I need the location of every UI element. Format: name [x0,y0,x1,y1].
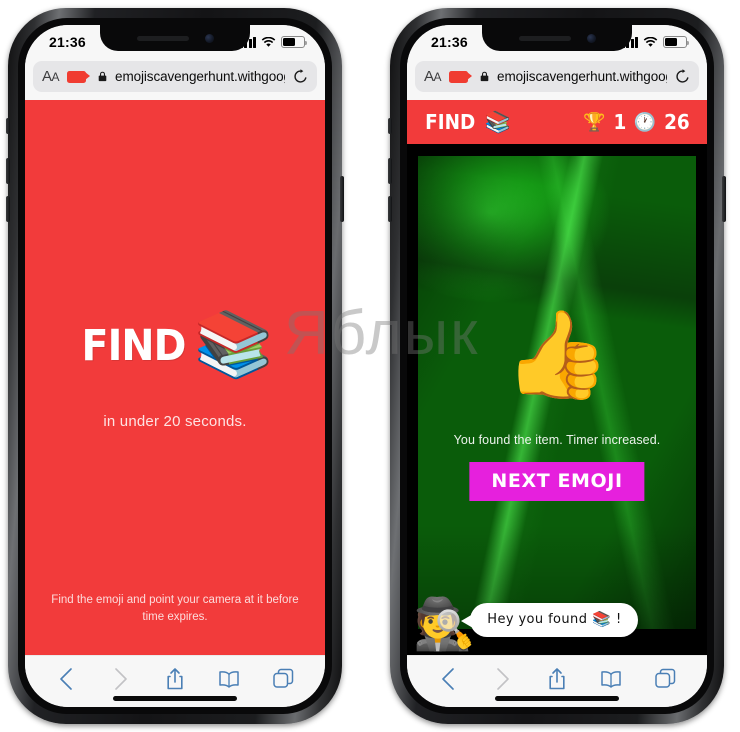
volume-down-button[interactable] [388,196,392,222]
score-value: 1 [613,110,627,134]
notch [100,25,250,51]
status-time: 21:36 [49,34,86,50]
toast-text-suffix: ! [616,612,622,627]
find-headline-row: FIND 📚 [25,312,325,376]
mute-switch[interactable] [388,118,392,134]
url-text: emojiscavengerhunt.withgoogle.co [497,69,667,84]
earpiece-speaker-icon [518,35,571,41]
safari-url-bar-container: AA emojiscavengerhunt.withgoogle.co [25,59,325,100]
intro-footnote: Find the emoji and point your camera at … [51,594,299,623]
bookmarks-button[interactable] [216,666,242,692]
video-camera-icon [67,70,91,83]
front-camera-icon [586,33,596,43]
status-indicators [621,36,690,48]
left-page-body: FIND 📚 in under 20 seconds. Find the emo… [25,100,325,655]
timer-value: 26 [664,110,690,134]
back-button[interactable] [53,666,79,692]
battery-icon [281,36,308,48]
safari-url-bar[interactable]: AA emojiscavengerhunt.withgoogle.co [33,61,317,92]
hud-stats: 🏆 1 🕐 26 [583,110,691,134]
mute-switch[interactable] [6,118,10,134]
toast-text: Hey you found [487,612,588,627]
volume-up-button[interactable] [388,158,392,184]
right-phone-device: 21:36 AA emojiscavengerhunt.withgoo FIND… [388,8,726,724]
lock-icon [480,71,489,82]
detective-icon: 🕵️ [413,596,476,652]
wifi-icon [261,36,276,48]
forward-button [108,666,134,692]
hud-find-label: FIND [425,110,476,134]
safari-bottom-toolbar [407,655,707,707]
battery-icon [663,36,690,48]
intro-hero: FIND 📚 in under 20 seconds. [25,312,325,430]
forward-button [490,666,516,692]
share-button[interactable] [162,666,188,692]
home-indicator[interactable] [113,696,237,701]
screenshot-stage: 21:36 AA emojiscavengerhunt.withgoo FIND… [0,0,740,732]
next-emoji-button[interactable]: NEXT EMOJI [469,462,645,501]
right-phone-screen: 21:36 AA emojiscavengerhunt.withgoo FIND… [407,25,707,707]
back-button[interactable] [435,666,461,692]
video-camera-icon [449,70,473,83]
hud-target: FIND 📚 [423,110,511,134]
power-button[interactable] [722,176,726,222]
found-message: You found the item. Timer increased. [453,433,661,447]
reload-icon[interactable] [675,69,690,84]
books-emoji-icon: 📚 [484,110,511,134]
trophy-icon: 🏆 [583,112,606,132]
speech-bubble: Hey you found 📚 ! [461,603,638,637]
thumbs-up-icon: 👍 [503,307,611,403]
text-size-button[interactable]: AA [42,68,60,85]
left-phone-screen: 21:36 AA emojiscavengerhunt.withgoo FIND… [25,25,325,707]
power-button[interactable] [340,176,344,222]
earpiece-speaker-icon [136,35,189,41]
status-indicators [239,36,308,48]
front-camera-icon [204,33,214,43]
left-phone-device: 21:36 AA emojiscavengerhunt.withgoo FIND… [6,8,344,724]
reload-icon[interactable] [293,69,308,84]
home-indicator[interactable] [495,696,619,701]
camera-stage: 👍 You found the item. Timer increased. N… [407,144,707,655]
lock-icon [98,71,107,82]
intro-splash: FIND 📚 in under 20 seconds. Find the emo… [25,100,325,655]
intro-subtitle: in under 20 seconds. [103,413,247,430]
wifi-icon [643,36,658,48]
volume-up-button[interactable] [6,158,10,184]
url-text: emojiscavengerhunt.withgoogle.co [115,69,285,84]
safari-url-bar[interactable]: AA emojiscavengerhunt.withgoogle.co [415,61,699,92]
left-phone-bezel: 21:36 AA emojiscavengerhunt.withgoo FIND… [18,18,332,714]
share-button[interactable] [544,666,570,692]
bookmarks-button[interactable] [598,666,624,692]
game-view: FIND 📚 🏆 1 🕐 26 👍 You found the item. Ti… [407,100,707,655]
right-page-body: FIND 📚 🏆 1 🕐 26 👍 You found the item. Ti… [407,100,707,655]
tabs-button[interactable] [653,666,679,692]
text-size-button[interactable]: AA [424,68,442,85]
tabs-button[interactable] [271,666,297,692]
game-hud-bar: FIND 📚 🏆 1 🕐 26 [407,100,707,144]
found-toast: 🕵️ Hey you found 📚 ! [413,599,638,649]
books-emoji-icon: 📚 [193,308,274,380]
notch [482,25,632,51]
right-phone-bezel: 21:36 AA emojiscavengerhunt.withgoo FIND… [400,18,714,714]
safari-url-bar-container: AA emojiscavengerhunt.withgoogle.co [407,59,707,100]
safari-bottom-toolbar [25,655,325,707]
status-time: 21:36 [431,34,468,50]
success-overlay: 👍 You found the item. Timer increased. N… [407,144,707,655]
find-label: FIND [81,320,186,371]
volume-down-button[interactable] [6,196,10,222]
books-emoji-icon: 📚 [592,611,612,628]
clock-icon: 🕐 [633,112,657,132]
